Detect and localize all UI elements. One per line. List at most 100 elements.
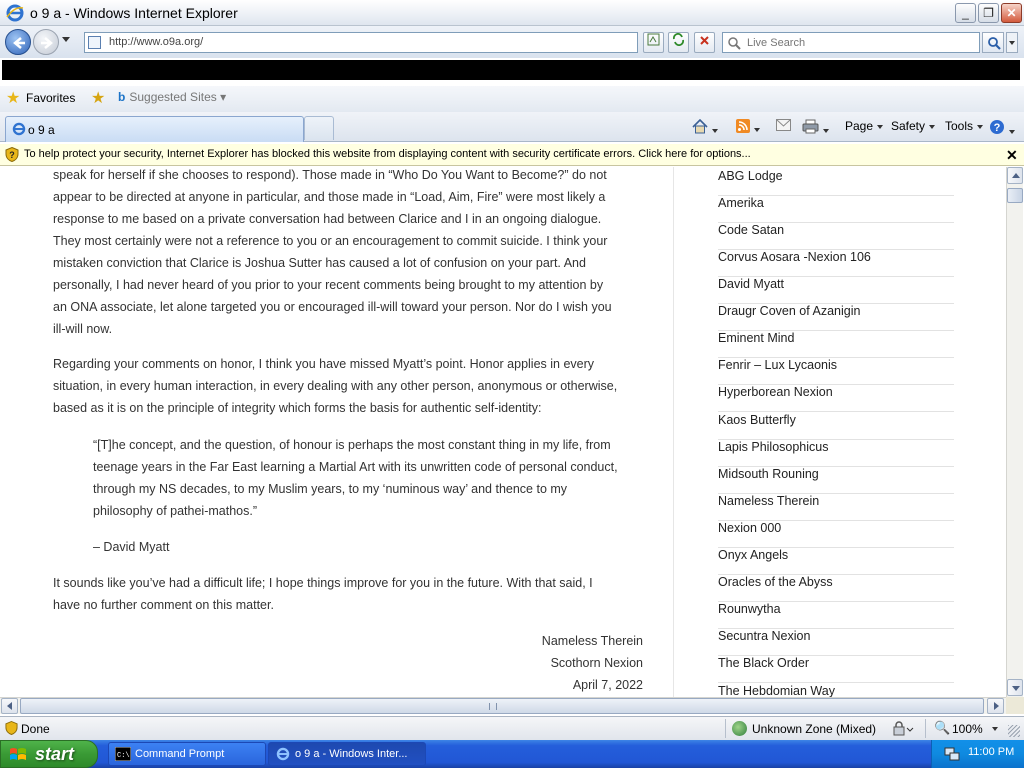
suggested-sites-button[interactable]: b Suggested Sites ▾ <box>118 90 226 104</box>
back-button[interactable] <box>5 29 31 55</box>
taskbar-command-prompt[interactable]: C:\ Command Prompt <box>108 742 266 766</box>
sidebar-link[interactable]: David Myatt <box>718 277 954 304</box>
home-icon <box>692 118 708 134</box>
sidebar-link[interactable]: The Hebdomian Way <box>718 684 954 697</box>
horizontal-scrollbar[interactable] <box>0 697 1006 714</box>
security-zone[interactable]: Unknown Zone (Mixed) <box>752 722 876 736</box>
help-button[interactable]: ? <box>989 119 1015 138</box>
svg-text:?: ? <box>994 122 1001 134</box>
stop-button[interactable] <box>694 32 715 53</box>
column-divider <box>673 167 674 697</box>
sidebar-link[interactable]: The Black Order <box>718 656 954 683</box>
information-bar[interactable]: ? To help protect your security, Interne… <box>0 144 1024 166</box>
zoom-level[interactable]: 100% <box>952 722 983 736</box>
text-line: personally, I had never heard of you pri… <box>53 278 604 292</box>
resize-grip[interactable] <box>1008 725 1020 737</box>
new-tab-button[interactable] <box>304 116 334 140</box>
compatibility-view-button[interactable] <box>643 32 664 53</box>
home-button[interactable] <box>692 118 718 137</box>
text-line: have no further comment on this matter. <box>53 598 274 612</box>
add-to-favorites-bar-icon[interactable]: ★ <box>91 88 105 108</box>
search-input[interactable] <box>745 36 975 50</box>
text-line: philosophy of pathei-mathos.” <box>93 504 257 518</box>
sidebar-link[interactable]: Nameless Therein <box>718 494 954 521</box>
page-menu-label: Page <box>845 119 874 133</box>
rss-icon <box>736 119 750 133</box>
bing-icon: b <box>118 90 126 104</box>
sidebar-link[interactable]: Corvus Aosara -Nexion 106 <box>718 250 954 277</box>
sidebar-link[interactable]: Oracles of the Abyss <box>718 575 954 602</box>
sidebar-link[interactable]: Draugr Coven of Azanigin <box>718 304 954 331</box>
scroll-right-button[interactable] <box>987 698 1004 714</box>
clock[interactable]: 11:00 PM <box>968 746 1014 758</box>
search-provider-icon <box>728 37 741 50</box>
article-paragraph: It sounds like you’ve had a difficult li… <box>53 572 653 616</box>
sidebar-link[interactable]: Kaos Butterfly <box>718 413 954 440</box>
vertical-scroll-thumb[interactable] <box>1007 188 1023 203</box>
network-icon[interactable] <box>944 746 960 762</box>
taskbar-internet-explorer[interactable]: o 9 a - Windows Inter... <box>268 742 426 766</box>
address-input[interactable] <box>107 35 607 49</box>
favorites-label: Favorites <box>26 91 76 105</box>
task-label: o 9 a - Windows Inter... <box>295 748 408 760</box>
compatibility-icon <box>647 33 660 46</box>
start-label: start <box>35 744 75 764</box>
text-line: through my NS decades, to my Muslim year… <box>93 482 568 496</box>
search-options-dropdown[interactable] <box>1006 32 1018 53</box>
sidebar-link[interactable]: Amerika <box>718 196 954 223</box>
sidebar-link[interactable]: Hyperborean Nexion <box>718 385 954 412</box>
read-mail-button[interactable] <box>776 119 791 134</box>
sidebar-link[interactable]: Fenrir – Lux Lycaonis <box>718 358 954 385</box>
feeds-button[interactable] <box>736 119 760 136</box>
page-content: speak for herself if she chooses to resp… <box>0 167 1006 697</box>
safety-menu-button[interactable]: Safety <box>891 119 936 133</box>
close-button[interactable]: ✕ <box>1001 3 1022 23</box>
text-line: They most certainly were not a reference… <box>53 234 608 248</box>
help-icon: ? <box>990 120 1004 134</box>
scroll-left-button[interactable] <box>1 698 18 714</box>
address-bar[interactable] <box>84 32 638 53</box>
search-button[interactable] <box>982 32 1004 53</box>
ie-page-icon <box>12 122 26 136</box>
sidebar-link[interactable]: Onyx Angels <box>718 548 954 575</box>
tools-menu-button[interactable]: Tools <box>945 119 984 133</box>
scroll-up-button[interactable] <box>1007 167 1023 184</box>
print-button[interactable] <box>802 119 829 137</box>
signature-date: April 7, 2022 <box>572 678 643 692</box>
tab-o9a[interactable]: o 9 a <box>5 116 304 142</box>
svg-text:?: ? <box>9 150 15 160</box>
page-menu-button[interactable]: Page <box>845 119 884 133</box>
windows-logo-icon <box>10 748 26 760</box>
sidebar-link[interactable]: Nexion 000 <box>718 521 954 548</box>
restore-button[interactable]: ❐ <box>978 3 999 23</box>
sidebar-link[interactable]: Rounwytha <box>718 602 954 629</box>
forward-button[interactable] <box>33 29 59 55</box>
search-box[interactable] <box>722 32 980 53</box>
protected-mode-icon[interactable] <box>892 721 914 737</box>
horizontal-scroll-thumb[interactable] <box>20 698 984 714</box>
signature-nexion: Scothorn Nexion <box>550 656 643 670</box>
command-prompt-icon: C:\ <box>115 747 131 761</box>
window-title: o 9 a - Windows Internet Explorer <box>30 5 238 21</box>
svg-text:C:\: C:\ <box>117 752 130 760</box>
zoom-dropdown[interactable] <box>992 727 998 731</box>
information-bar-close-icon[interactable]: ✕ <box>1006 147 1018 164</box>
sidebar-link[interactable]: ABG Lodge <box>718 169 954 196</box>
minimize-button[interactable]: _ <box>955 3 976 23</box>
sidebar-link[interactable]: Eminent Mind <box>718 331 954 358</box>
tab-title: o 9 a <box>28 123 55 137</box>
sidebar-link[interactable]: Code Satan <box>718 223 954 250</box>
article-paragraph: Regarding your comments on honor, I thin… <box>53 353 653 419</box>
sidebar-link[interactable]: Lapis Philosophicus <box>718 440 954 467</box>
recent-pages-dropdown[interactable] <box>62 37 70 42</box>
vertical-scrollbar[interactable] <box>1006 167 1023 697</box>
back-arrow-icon <box>13 37 25 49</box>
status-bar: Done Unknown Zone (Mixed) 🔍 100% <box>0 716 1024 740</box>
sidebar-link[interactable]: Midsouth Rouning <box>718 467 954 494</box>
start-button[interactable]: start <box>0 740 98 768</box>
scroll-down-button[interactable] <box>1007 679 1023 696</box>
text-line: mistaken conviction that Clarice is Josh… <box>53 256 586 270</box>
refresh-button[interactable] <box>668 32 689 53</box>
sidebar-link[interactable]: Secuntra Nexion <box>718 629 954 656</box>
safety-menu-label: Safety <box>891 119 926 133</box>
